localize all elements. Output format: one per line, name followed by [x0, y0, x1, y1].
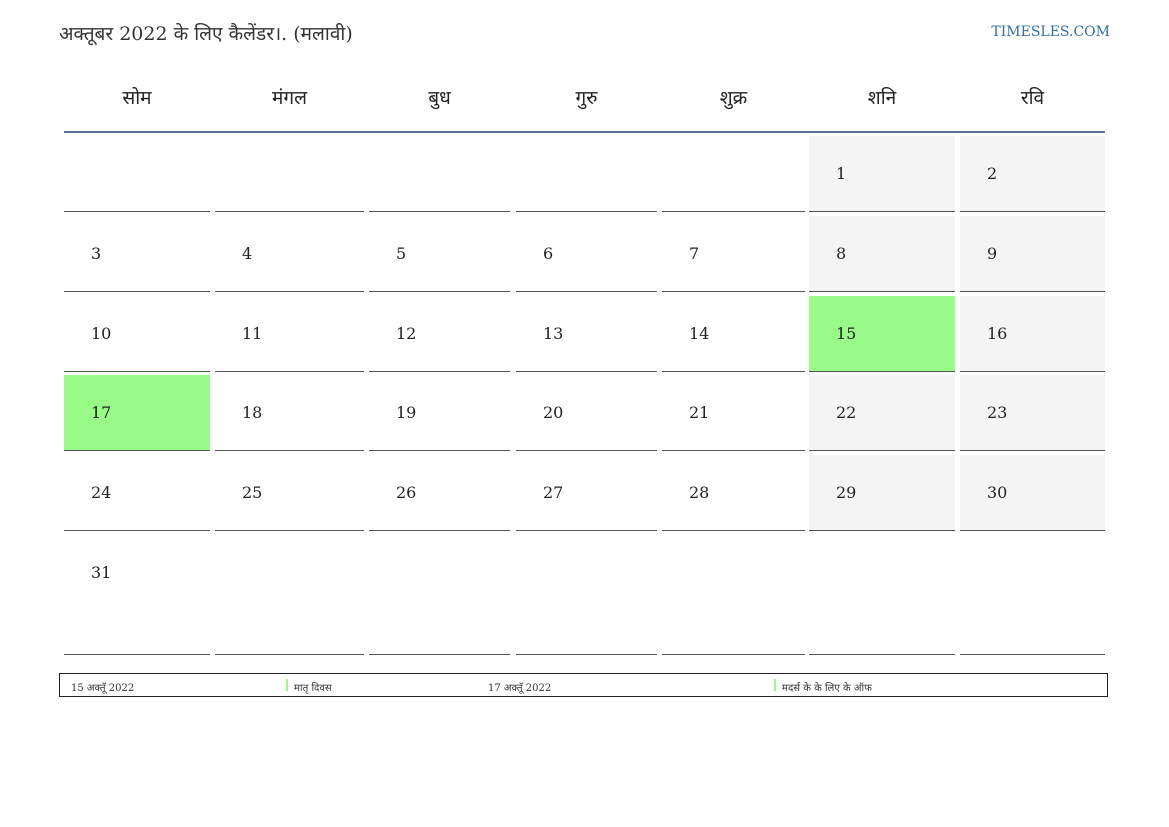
day-number: 21 — [689, 403, 710, 422]
empty-day-cell — [369, 535, 510, 655]
weekday-header: रवि — [1020, 87, 1045, 109]
legend-name-1: मातृ दिवस — [294, 683, 332, 694]
day-number: 31 — [91, 563, 112, 582]
day-number: 19 — [396, 403, 417, 422]
day-number: 8 — [836, 244, 847, 263]
day-cell[interactable]: 20 — [516, 375, 657, 451]
day-cell[interactable]: 3 — [64, 216, 210, 292]
day-cell[interactable]: 23 — [960, 375, 1105, 451]
day-cell[interactable]: 5 — [369, 216, 510, 292]
day-number: 25 — [242, 483, 263, 502]
day-cell[interactable]: 18 — [215, 375, 364, 451]
day-cell[interactable]: 14 — [662, 296, 805, 372]
legend-color-swatch-2 — [774, 679, 776, 691]
legend-color-swatch-1 — [286, 679, 288, 691]
weekday-header: गुरु — [575, 87, 598, 109]
day-number: 26 — [396, 483, 417, 502]
day-number: 15 — [836, 324, 857, 343]
day-cell[interactable]: 15 — [809, 296, 955, 372]
weekday-header: मंगल — [272, 87, 307, 109]
day-number: 6 — [543, 244, 554, 263]
empty-day-cell — [960, 535, 1105, 655]
day-cell[interactable]: 19 — [369, 375, 510, 451]
day-number: 13 — [543, 324, 564, 343]
empty-day-cell — [369, 136, 510, 212]
empty-day-cell — [809, 535, 955, 655]
day-cell[interactable]: 7 — [662, 216, 805, 292]
day-number: 10 — [91, 324, 112, 343]
day-cell[interactable]: 10 — [64, 296, 210, 372]
calendar: सोम मंगल बुध गुरु शुक्र शनि रवि 1 2 3 4 5 6 7 8 9 10 11 1… — [64, 78, 1105, 655]
day-number: 23 — [987, 403, 1008, 422]
empty-day-cell — [516, 136, 657, 212]
day-number: 17 — [91, 403, 112, 422]
day-cell[interactable]: 13 — [516, 296, 657, 372]
day-cell[interactable]: 21 — [662, 375, 805, 451]
day-cell[interactable]: 4 — [215, 216, 364, 292]
legend-date-2: 17 अक्तूॅ 2022 — [488, 683, 552, 694]
empty-day-cell — [662, 535, 805, 655]
holiday-legend: 15 अक्तूॅ 2022 मातृ दिवस 17 अक्तूॅ 2022 … — [59, 673, 1108, 697]
day-number: 22 — [836, 403, 857, 422]
page-title: अक्तूबर 2022 के लिए कैलेंडर।. (मलावी) — [59, 23, 353, 45]
legend-date-1: 15 अक्तूॅ 2022 — [71, 683, 135, 694]
header-divider — [64, 131, 1105, 133]
day-number: 12 — [396, 324, 417, 343]
day-cell[interactable]: 16 — [960, 296, 1105, 372]
day-number: 24 — [91, 483, 112, 502]
weekday-header: शुक्र — [719, 87, 748, 109]
day-cell[interactable]: 2 — [960, 136, 1105, 212]
day-cell[interactable]: 28 — [662, 455, 805, 531]
day-number: 11 — [242, 324, 263, 343]
weekday-header-row: सोम मंगल बुध गुरु शुक्र शनि रवि — [64, 78, 1105, 133]
weekday-header: बुध — [428, 87, 451, 109]
empty-day-cell — [215, 136, 364, 212]
empty-day-cell — [64, 136, 210, 212]
site-link[interactable]: TIMESLES.COM — [991, 24, 1110, 40]
day-number: 27 — [543, 483, 564, 502]
day-number: 1 — [836, 164, 847, 183]
day-number: 5 — [396, 244, 407, 263]
day-cell[interactable]: 27 — [516, 455, 657, 531]
empty-day-cell — [662, 136, 805, 212]
day-cell[interactable]: 8 — [809, 216, 955, 292]
day-number: 30 — [987, 483, 1008, 502]
day-cell[interactable]: 26 — [369, 455, 510, 531]
day-number: 4 — [242, 244, 253, 263]
day-cell[interactable]: 25 — [215, 455, 364, 531]
day-cell[interactable]: 9 — [960, 216, 1105, 292]
day-cell[interactable]: 6 — [516, 216, 657, 292]
day-number: 16 — [987, 324, 1008, 343]
day-number: 14 — [689, 324, 710, 343]
day-number: 18 — [242, 403, 263, 422]
day-cell[interactable]: 11 — [215, 296, 364, 372]
day-cell[interactable]: 24 — [64, 455, 210, 531]
day-number: 2 — [987, 164, 998, 183]
empty-day-cell — [215, 535, 364, 655]
day-cell[interactable]: 30 — [960, 455, 1105, 531]
weekday-header: सोम — [122, 87, 152, 109]
day-number: 3 — [91, 244, 102, 263]
day-number: 29 — [836, 483, 857, 502]
empty-day-cell — [516, 535, 657, 655]
day-cell[interactable]: 12 — [369, 296, 510, 372]
day-number: 7 — [689, 244, 700, 263]
day-number: 28 — [689, 483, 710, 502]
calendar-grid: 1 2 3 4 5 6 7 8 9 10 11 12 13 14 15 16 17 18 19 20 21 22 23 24 2… — [64, 136, 1105, 655]
legend-name-2: मदर्स के के लिए के ऑफ — [782, 683, 872, 694]
day-number: 20 — [543, 403, 564, 422]
day-cell[interactable]: 29 — [809, 455, 955, 531]
day-cell[interactable]: 1 — [809, 136, 955, 212]
day-cell[interactable]: 17 — [64, 375, 210, 451]
day-cell[interactable]: 22 — [809, 375, 955, 451]
day-cell[interactable]: 31 — [64, 535, 210, 655]
weekday-header: शनि — [867, 87, 897, 109]
day-number: 9 — [987, 244, 998, 263]
